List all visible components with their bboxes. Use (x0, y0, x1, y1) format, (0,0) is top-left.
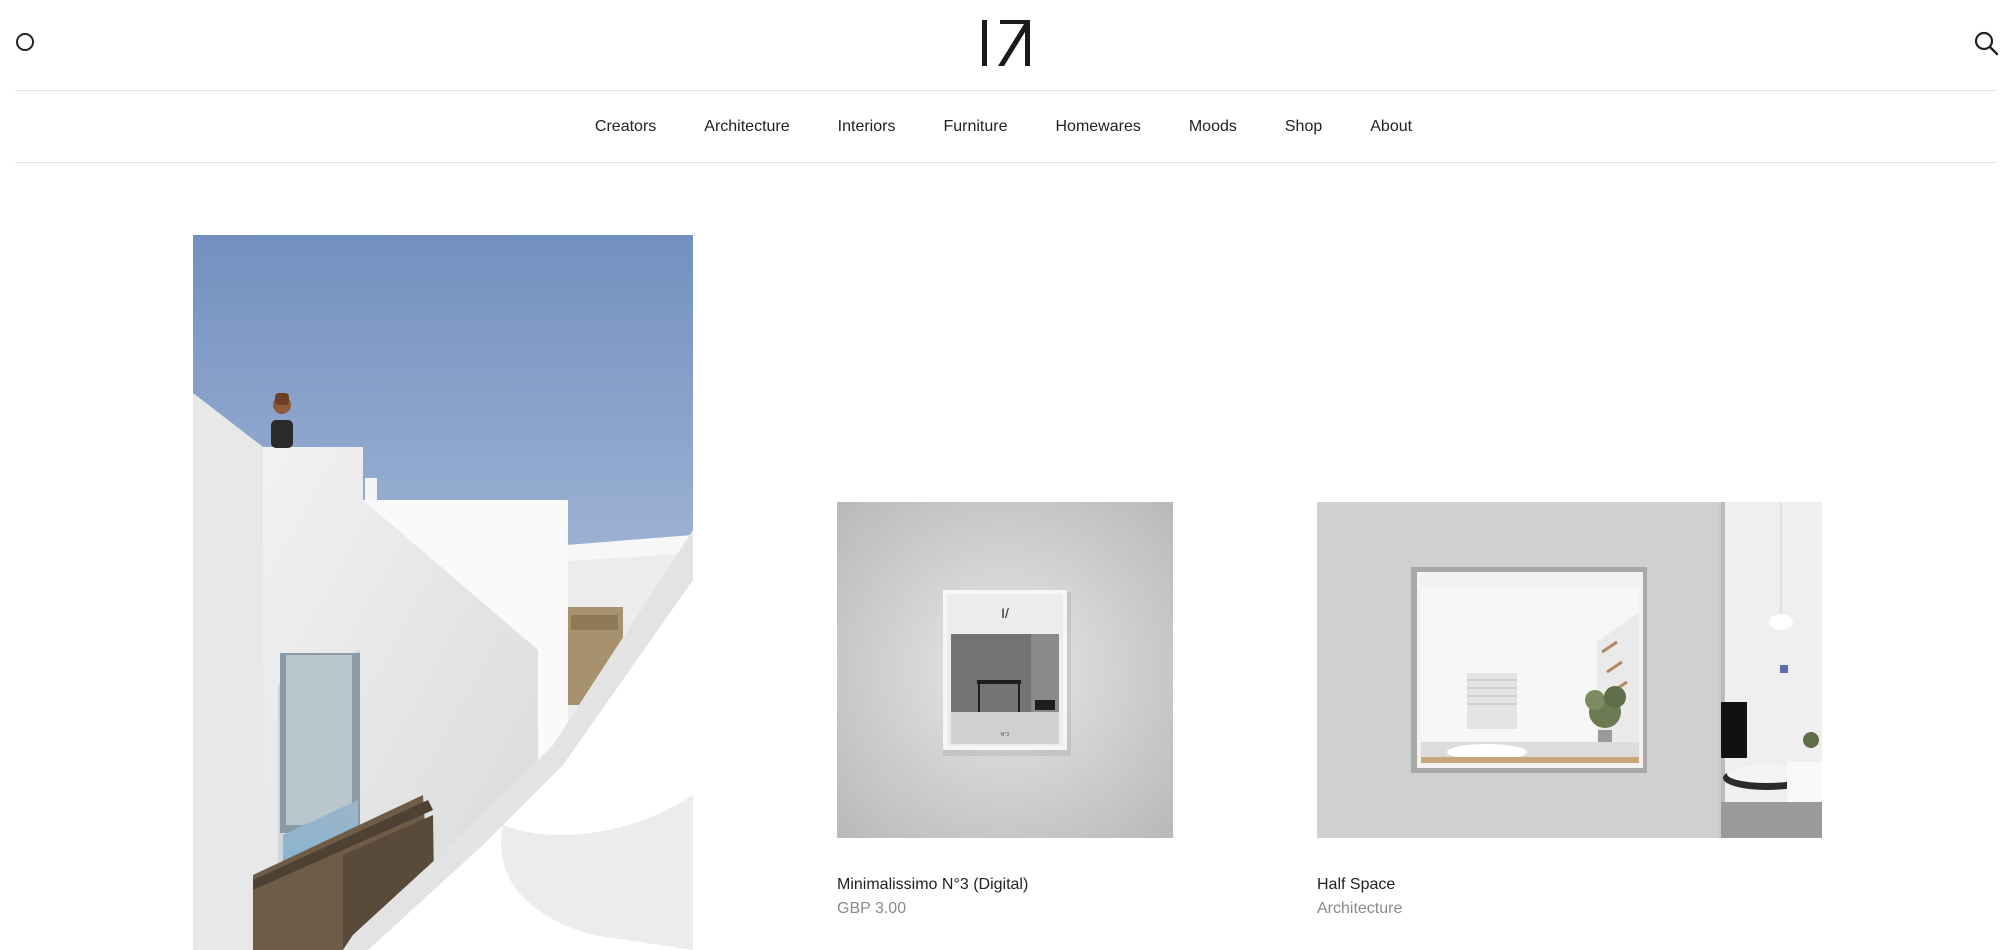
card-title-magazine[interactable]: Minimalissimo N°3 (Digital) (837, 876, 1028, 894)
nav-item-moods[interactable]: Moods (1189, 118, 1237, 136)
feature-architecture-image[interactable] (193, 235, 693, 950)
card-title-half-space[interactable]: Half Space (1317, 876, 1395, 894)
nav-item-about[interactable]: About (1370, 118, 1412, 136)
card-category[interactable]: Architecture (1317, 900, 1402, 918)
magazine-product-image[interactable]: I/ N°3 (837, 502, 1173, 838)
minimalissimo-logo[interactable] (980, 18, 1032, 68)
svg-text:N°3: N°3 (1001, 732, 1010, 738)
svg-text:I/: I/ (1001, 605, 1009, 621)
card-price: GBP 3.00 (837, 900, 907, 917)
nav-item-shop[interactable]: Shop (1285, 118, 1322, 136)
nav-item-architecture[interactable]: Architecture (704, 118, 789, 136)
half-space-interior-image[interactable] (1317, 502, 1822, 838)
nav-item-furniture[interactable]: Furniture (943, 118, 1007, 136)
page: Creators Architecture Interiors Furnitur… (0, 0, 2007, 950)
search-icon[interactable] (1973, 30, 1999, 56)
nav-divider (15, 162, 1997, 163)
main-nav: Creators Architecture Interiors Furnitur… (0, 91, 2007, 162)
nav-item-homewares[interactable]: Homewares (1055, 118, 1140, 136)
nav-item-creators[interactable]: Creators (595, 118, 656, 136)
nav-item-interiors[interactable]: Interiors (838, 118, 896, 136)
menu-circle-icon[interactable] (16, 33, 34, 51)
